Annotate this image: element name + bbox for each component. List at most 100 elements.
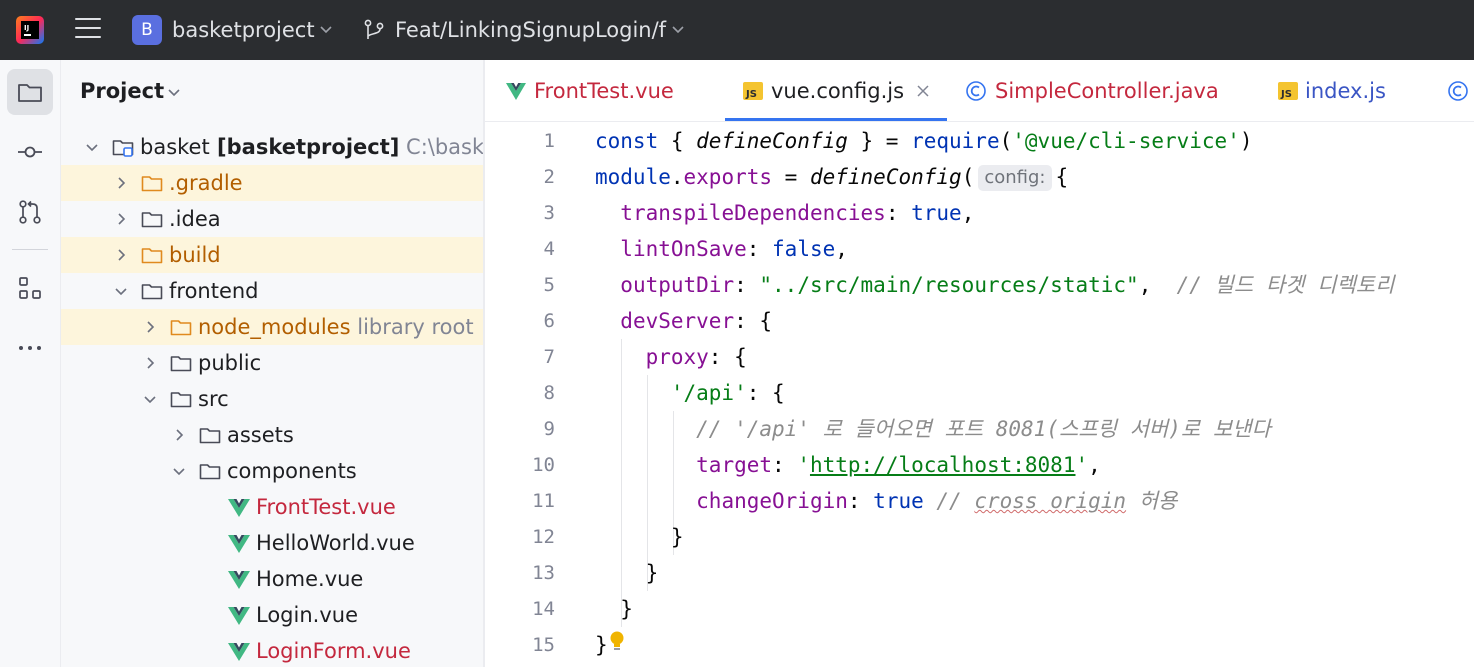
tree-item-name: HelloWorld.vue — [256, 531, 415, 555]
code-token: transpileDependencies — [620, 201, 886, 225]
code-token: "../src/main/resources/static" — [759, 273, 1139, 297]
tab-label: FrontTest.vue — [534, 79, 674, 103]
code-token: ( — [999, 129, 1013, 153]
active-tab-indicator — [725, 118, 947, 121]
code-token: defineConfig — [809, 165, 962, 189]
url-link[interactable]: http://localhost:8081 — [810, 453, 1076, 477]
chevron-down-icon[interactable] — [84, 139, 100, 155]
main-menu-icon[interactable] — [75, 18, 101, 42]
tab-simplecontroller-java[interactable]: SimpleController.java — [963, 60, 1233, 121]
chevron-right-icon[interactable] — [113, 175, 129, 191]
code-token: = — [772, 165, 810, 189]
tree-item-name: components — [227, 459, 357, 483]
tab-vue-config-js[interactable]: JS vue.config.js — [725, 60, 947, 121]
tree-item-name: build — [169, 243, 221, 267]
code-token: } — [620, 597, 633, 621]
chevron-down-icon[interactable] — [142, 391, 158, 407]
code-token: : { — [708, 345, 747, 369]
code-line-6: devServer: { — [595, 303, 772, 339]
line-number: 2 — [543, 166, 555, 188]
module-folder-icon — [112, 140, 134, 157]
chevron-down-icon[interactable] — [318, 21, 334, 37]
more-tools-button[interactable] — [7, 325, 53, 371]
branch-icon[interactable] — [362, 18, 386, 42]
code-token: ' — [1075, 453, 1089, 477]
tree-item[interactable]: LoginForm.vue — [61, 633, 483, 667]
folder-icon — [170, 392, 192, 408]
tree-item[interactable]: FrontTest.vue — [61, 489, 483, 525]
intellij-logo-icon[interactable]: IJ — [16, 16, 44, 44]
code-comment: // — [936, 489, 975, 513]
tab-index-js[interactable]: JS index.js — [1275, 60, 1415, 121]
chevron-down-icon[interactable] — [670, 21, 686, 37]
svg-text:JS: JS — [745, 89, 757, 100]
tree-item-name: assets — [227, 423, 294, 447]
tree-item-hint: C:\basket — [406, 135, 483, 159]
chevron-right-icon[interactable] — [171, 427, 187, 443]
tree-item[interactable]: node_modules library root — [61, 309, 483, 345]
code-token: : { — [734, 309, 773, 333]
js-file-icon: JS — [1278, 82, 1298, 100]
project-selector[interactable]: basketproject — [172, 17, 315, 43]
tab-fronttest-vue[interactable]: FrontTest.vue — [503, 60, 703, 121]
line-number-gutter: 1 2 3 4 5 6 7 8 9 10 11 12 13 14 15 — [485, 123, 555, 667]
chevron-down-icon[interactable] — [171, 463, 187, 479]
tree-item[interactable]: HelloWorld.vue — [61, 525, 483, 561]
svg-text:IJ: IJ — [24, 24, 29, 32]
tree-item[interactable]: assets — [61, 417, 483, 453]
commit-icon — [18, 146, 42, 158]
code-line-2: module.exports = defineConfig(config:{ — [595, 159, 1068, 195]
tree-item-label: build — [169, 242, 221, 268]
vue-file-icon — [228, 571, 250, 589]
code-token: const — [595, 129, 659, 153]
branch-selector[interactable]: Feat/LinkingSignupLogin/f — [395, 17, 666, 43]
chevron-right-icon[interactable] — [113, 211, 129, 227]
folder-icon — [141, 176, 163, 192]
code-token: : { — [746, 381, 785, 405]
code-line-1: const { defineConfig } = require('@vue/c… — [595, 123, 1253, 159]
tab-overflow[interactable] — [1445, 60, 1474, 121]
chevron-right-icon[interactable] — [142, 319, 158, 335]
line-number: 11 — [532, 490, 555, 512]
tree-item[interactable]: frontend — [61, 273, 483, 309]
project-tool-button[interactable] — [7, 69, 53, 115]
code-token: { — [1055, 165, 1069, 189]
chevron-right-icon[interactable] — [113, 247, 129, 263]
code-editor[interactable]: 1 2 3 4 5 6 7 8 9 10 11 12 13 14 15 const { defineConf… — [485, 123, 1474, 667]
folder-icon — [141, 212, 163, 228]
tree-item[interactable]: .idea — [61, 201, 483, 237]
class-icon — [966, 81, 986, 101]
code-token: '/api' — [670, 381, 747, 405]
code-token: , — [835, 237, 848, 261]
tree-item[interactable]: Login.vue — [61, 597, 483, 633]
tree-item[interactable]: public — [61, 345, 483, 381]
chevron-down-icon[interactable] — [166, 84, 182, 100]
code-token: outputDir — [620, 273, 735, 297]
line-number: 13 — [532, 562, 555, 584]
tree-item[interactable]: basket [basketproject] C:\basket — [61, 129, 483, 165]
panel-title[interactable]: Project — [80, 78, 164, 104]
tree-item[interactable]: src — [61, 381, 483, 417]
vue-file-icon — [228, 499, 250, 517]
commit-tool-button[interactable] — [7, 129, 53, 175]
code-line-10: target: 'http://localhost:8081', — [595, 447, 1101, 483]
tree-item-label: components — [227, 458, 357, 484]
tree-item[interactable]: build — [61, 237, 483, 273]
tree-item[interactable]: .gradle — [61, 165, 483, 201]
intention-bulb-icon[interactable] — [608, 631, 626, 653]
pull-requests-tool-button[interactable] — [7, 189, 53, 235]
tree-item-label: basket [basketproject] C:\basket — [140, 134, 483, 160]
structure-tool-button[interactable] — [7, 265, 53, 311]
line-number: 6 — [543, 310, 555, 332]
chevron-right-icon[interactable] — [142, 355, 158, 371]
svg-text:JS: JS — [1280, 89, 1292, 100]
code-line-9: // '/api' 로 들어오면 포트 8081(스프링 서버)로 보낸다 — [595, 411, 1271, 447]
chevron-down-icon[interactable] — [113, 283, 129, 299]
tree-item-name: Login.vue — [256, 603, 358, 627]
line-number: 5 — [543, 274, 555, 296]
tree-item-label: src — [198, 386, 229, 412]
tree-item[interactable]: components — [61, 453, 483, 489]
tree-item[interactable]: Home.vue — [61, 561, 483, 597]
close-icon[interactable] — [916, 84, 930, 98]
project-badge[interactable]: B — [132, 15, 162, 45]
